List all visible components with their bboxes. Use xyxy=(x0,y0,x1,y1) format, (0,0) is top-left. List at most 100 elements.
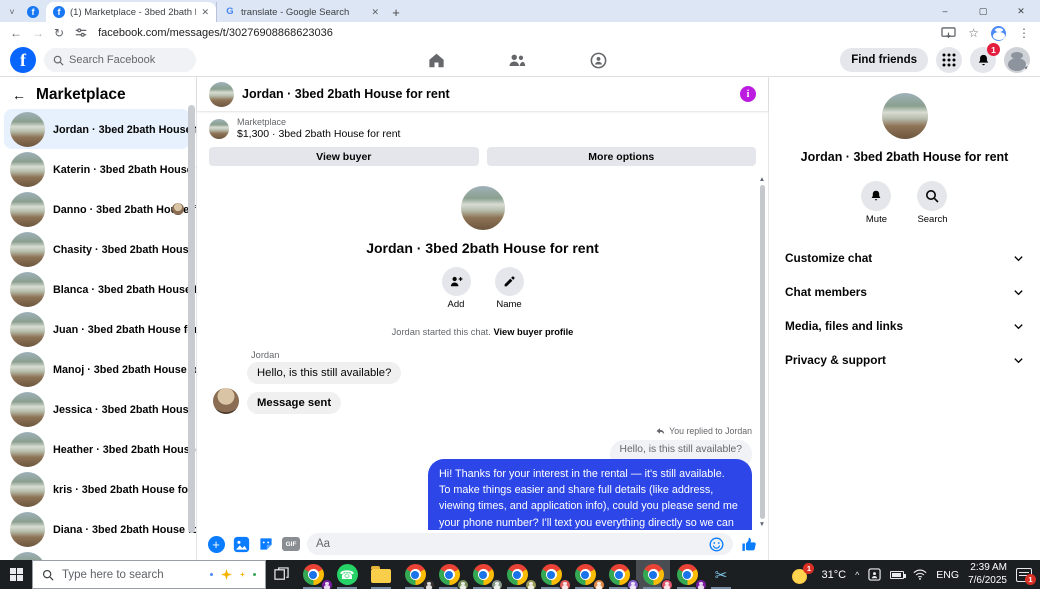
conversation-profile-avatar[interactable] xyxy=(461,186,505,230)
search-conversation-button[interactable]: Search xyxy=(917,181,947,225)
scrollbar-thumb[interactable] xyxy=(760,185,765,519)
window-close-button[interactable]: ✕ xyxy=(1002,0,1040,22)
view-buyer-button[interactable]: View buyer xyxy=(209,147,479,166)
friends-icon[interactable] xyxy=(505,49,529,73)
bookmark-star-icon[interactable]: ☆ xyxy=(968,26,979,40)
conversation-item-jessica[interactable]: Jessica · 3bed 2bath House for r...You: … xyxy=(4,389,190,429)
taskbar-app-whatsapp[interactable]: ☎ xyxy=(330,560,364,589)
tab-close-icon[interactable]: ✕ xyxy=(201,7,209,18)
view-buyer-profile-link[interactable]: View buyer profile xyxy=(493,327,573,337)
site-info-icon[interactable] xyxy=(74,26,88,40)
language-indicator[interactable]: ENG xyxy=(936,569,959,581)
outgoing-message[interactable]: Hi! Thanks for your interest in the rent… xyxy=(428,459,752,530)
reload-button[interactable]: ↻ xyxy=(54,26,64,40)
temperature-label[interactable]: 31°C xyxy=(821,569,846,581)
emoji-picker-icon[interactable] xyxy=(709,537,724,552)
message-input-wrap[interactable] xyxy=(307,533,733,555)
conversation-item-katerin[interactable]: Katerin · 3bed 2bath House for r...You: … xyxy=(4,149,190,189)
conversation-item-heather[interactable]: Heather · 3bed 2bath House for ...You: H… xyxy=(4,429,190,469)
section-customize-chat[interactable]: Customize chat xyxy=(769,241,1040,275)
scroll-up-icon[interactable]: ▲ xyxy=(759,176,765,183)
tab-close-icon[interactable]: ✕ xyxy=(371,7,379,18)
section-chat-members[interactable]: Chat members xyxy=(769,275,1040,309)
groups-icon[interactable] xyxy=(586,49,610,73)
tab-search-chevron-icon[interactable]: ˅ xyxy=(4,2,20,22)
taskbar-app-chrome-profile-purple2[interactable] xyxy=(670,560,704,589)
sticker-icon[interactable] xyxy=(257,535,275,553)
window-maximize-button[interactable]: ▢ xyxy=(964,0,1002,22)
taskbar-app-snipping-tool[interactable]: ✂ xyxy=(704,560,738,589)
section-privacy-support[interactable]: Privacy & support xyxy=(769,343,1040,377)
conversation-item-kris[interactable]: kris · 3bed 2bath House for rentYou: ¡Ho… xyxy=(4,469,190,509)
conversation-item-manoj[interactable]: Manoj · 3bed 2bath House for r...You: Hi… xyxy=(4,349,190,389)
mute-button[interactable]: Mute xyxy=(861,181,891,225)
message-input[interactable] xyxy=(316,538,703,550)
taskbar-app-chrome-profile-green[interactable] xyxy=(432,560,466,589)
edit-name-button[interactable]: Name xyxy=(495,267,524,310)
account-avatar[interactable]: ˅ xyxy=(1004,47,1030,73)
conversation-item-jordan[interactable]: Jordan · 3bed 2bath House for r...Jordan… xyxy=(4,109,190,149)
pinned-facebook-tab[interactable]: f xyxy=(20,2,46,22)
weather-widget[interactable]: 1 xyxy=(792,566,812,584)
incoming-message[interactable]: Message sent xyxy=(247,392,341,414)
task-view-button[interactable] xyxy=(266,560,296,589)
list-scrollbar[interactable] xyxy=(188,105,195,533)
taskbar-app-chrome-profile-orange[interactable] xyxy=(568,560,602,589)
taskbar-app-chrome-active[interactable] xyxy=(636,560,670,589)
thumbs-up-icon[interactable] xyxy=(740,535,758,553)
taskbar-app-chrome-profile-sage[interactable] xyxy=(466,560,500,589)
conversation-item-blanca[interactable]: Blanca · 3bed 2bath House for r...You: ?… xyxy=(4,269,190,309)
taskbar-app-chrome-profile-red[interactable] xyxy=(534,560,568,589)
taskbar-app-chrome-profile-black[interactable] xyxy=(398,560,432,589)
section-media-files-links[interactable]: Media, files and links xyxy=(769,309,1040,343)
back-button[interactable]: ← xyxy=(10,26,22,40)
incoming-message[interactable]: Hello, is this still available? xyxy=(247,362,401,384)
chat-scrollbar[interactable]: ▲ ▼ xyxy=(756,174,768,530)
browser-menu-icon[interactable]: ⋮ xyxy=(1018,26,1030,40)
sender-avatar[interactable] xyxy=(213,388,239,414)
browser-tab-active[interactable]: f (1) Marketplace - 3bed 2bath H ✕ xyxy=(46,2,216,22)
notifications-button[interactable]: 1 xyxy=(970,47,996,73)
facebook-logo[interactable]: f xyxy=(10,47,36,73)
browser-tab[interactable]: G translate - Google Search ✕ xyxy=(216,2,386,22)
search-input[interactable] xyxy=(69,54,179,66)
taskbar-search[interactable]: Type here to search xyxy=(32,560,266,589)
new-tab-button[interactable]: + xyxy=(386,2,406,22)
photo-icon[interactable] xyxy=(232,535,250,553)
send-to-device-icon[interactable] xyxy=(941,27,956,40)
gif-icon[interactable]: GIF xyxy=(282,537,300,551)
facebook-search[interactable] xyxy=(44,48,196,72)
window-minimize-button[interactable]: – xyxy=(926,0,964,22)
back-arrow-icon[interactable]: ← xyxy=(12,87,26,103)
more-options-button[interactable]: More options xyxy=(487,147,757,166)
attach-plus-icon[interactable]: + xyxy=(208,536,225,553)
taskbar-app-chrome-profile-j[interactable] xyxy=(296,560,330,589)
conversation-info-icon[interactable]: i xyxy=(740,86,756,102)
url-bar[interactable]: facebook.com/messages/t/3027690886862303… xyxy=(98,27,931,39)
action-center-icon[interactable]: 1 xyxy=(1016,568,1032,582)
taskbar-app-file-explorer[interactable] xyxy=(364,560,398,589)
scroll-down-icon[interactable]: ▼ xyxy=(759,521,765,528)
details-avatar[interactable] xyxy=(882,93,928,139)
conversation-item-chasity[interactable]: Chasity · 3bed 2bath House for r...You: … xyxy=(4,229,190,269)
battery-icon[interactable] xyxy=(890,571,904,579)
teams-tray-icon[interactable] xyxy=(868,568,881,581)
find-friends-button[interactable]: Find friends xyxy=(840,48,928,72)
taskbar-app-chrome-profile-violet[interactable] xyxy=(602,560,636,589)
conversation-item-diana[interactable]: Diana · 3bed 2bath House for rentYou: Hi… xyxy=(4,509,190,549)
tray-expand-icon[interactable]: ^ xyxy=(855,570,859,580)
chat-title[interactable]: Jordan · 3bed 2bath House for rent xyxy=(242,87,732,101)
conversation-item-danno[interactable]: Danno · 3bed 2bath House fo...You: thank… xyxy=(4,189,190,229)
conversation-item-tony[interactable]: Tony · 3bed 2bath House for rent xyxy=(4,549,190,560)
browser-profile-avatar[interactable] xyxy=(991,26,1006,41)
home-icon[interactable] xyxy=(424,49,448,73)
apps-menu-button[interactable] xyxy=(936,47,962,73)
chat-avatar[interactable] xyxy=(209,82,234,107)
add-people-button[interactable]: Add xyxy=(442,267,471,310)
clock[interactable]: 2:39 AM 7/6/2025 xyxy=(968,562,1007,587)
conversation-item-juan[interactable]: Juan · 3bed 2bath House for rentYou: Hi!… xyxy=(4,309,190,349)
start-button[interactable] xyxy=(0,560,32,589)
forward-button[interactable]: → xyxy=(32,26,44,40)
taskbar-app-chrome-profile-olive[interactable] xyxy=(500,560,534,589)
wifi-icon[interactable] xyxy=(913,569,927,580)
